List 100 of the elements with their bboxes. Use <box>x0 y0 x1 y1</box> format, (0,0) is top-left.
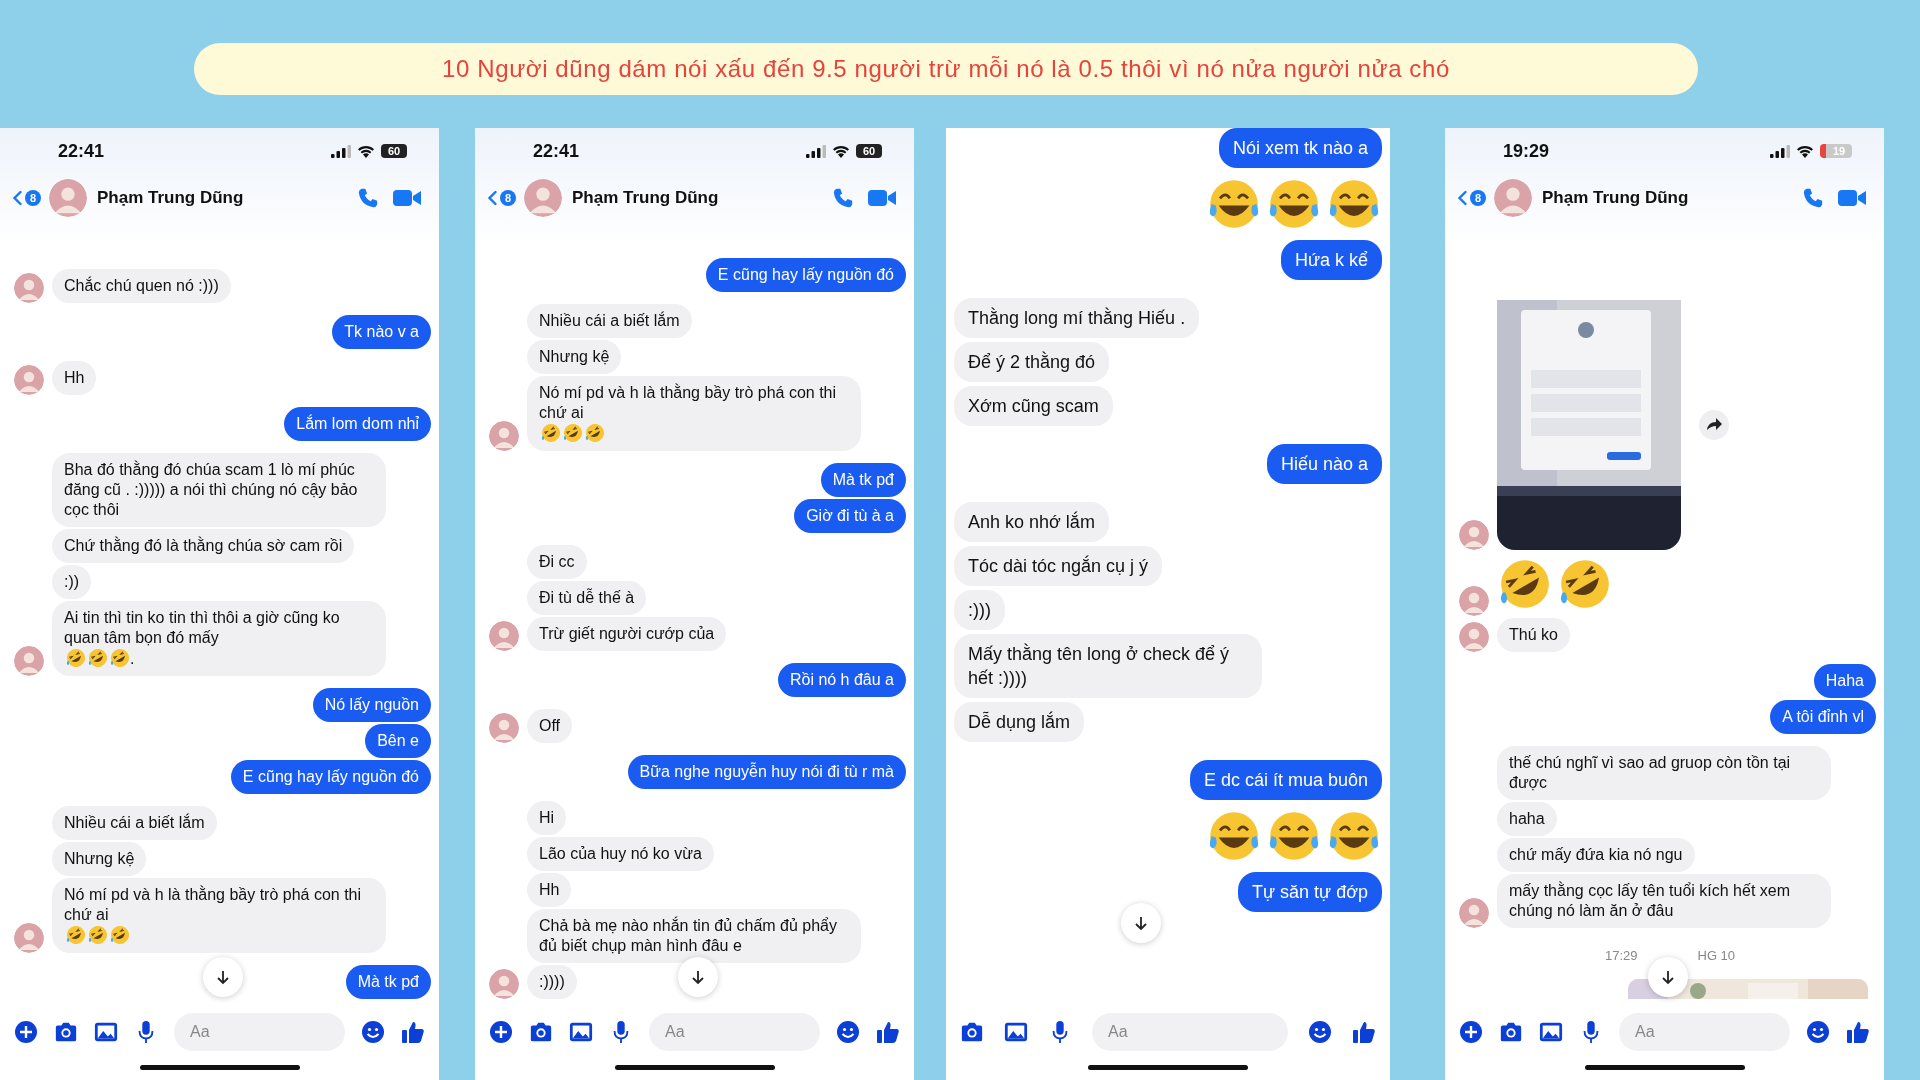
contact-name[interactable]: Phạm Trung Dũng <box>572 188 818 208</box>
scroll-down-button[interactable] <box>677 957 718 997</box>
wifi-icon <box>1796 144 1814 158</box>
gallery-icon[interactable] <box>569 1020 593 1044</box>
arrow-down-icon[interactable] <box>214 969 231 985</box>
wifi-icon <box>832 144 850 158</box>
phone-icon[interactable] <box>832 187 854 209</box>
smiley-icon[interactable] <box>361 1020 385 1044</box>
message-text: Anh ko nhớ lắm <box>968 512 1095 532</box>
message-text: Off <box>539 717 561 734</box>
video-camera-icon[interactable] <box>393 188 421 208</box>
message-text: Bha đó thằng đó chúa scam 1 lò mí phúc đăng cũ . :))))) a nói thì chúng nó cậy bảo cọc thôi <box>64 461 358 518</box>
message-text: Giờ đi tù à a <box>806 507 894 524</box>
wifi-icon <box>357 144 375 158</box>
arrow-down-icon[interactable] <box>1659 969 1676 985</box>
plus-icon[interactable] <box>489 1020 513 1044</box>
signal-icon <box>331 144 351 158</box>
message-text: Thằng long mí thằng Hiếu . <box>968 308 1186 328</box>
message-text: haha <box>1509 810 1545 827</box>
message-text: :)) <box>64 573 80 590</box>
battery-indicator: 60 <box>856 144 882 158</box>
message-text: Nhưng kệ <box>539 348 610 365</box>
scroll-down-button[interactable] <box>1121 903 1162 943</box>
message-text: Thú ko <box>1509 626 1558 643</box>
phone-icon[interactable] <box>1802 187 1824 209</box>
message-text: thế chú nghĩ vì sao ad gruop còn tồn tại được <box>1509 754 1791 791</box>
contact-name[interactable]: Phạm Trung Dũng <box>97 188 343 208</box>
message-text: Mấy thằng tên long ở check để ý hết :)))) <box>968 644 1229 688</box>
message-text: Rồi nó h đâu a <box>789 671 894 688</box>
message-text: Nó mí pd và h là thằng bầy trò phá con thi chứ ai <box>64 885 363 925</box>
smiley-icon[interactable] <box>1308 1020 1332 1044</box>
message-text: E cũng hay lấy nguồn đó <box>717 266 894 283</box>
thumbs-up-icon[interactable] <box>1846 1020 1870 1044</box>
rolling-laughing-emoji-icon <box>88 925 108 945</box>
message-text: Hiếu nào a <box>1280 454 1368 474</box>
camera-icon[interactable] <box>54 1020 78 1044</box>
rolling-laughing-emoji-icon <box>585 423 605 443</box>
camera-icon[interactable] <box>960 1020 984 1044</box>
signal-icon <box>1770 144 1790 158</box>
message-text: Nhiều cái a biết lắm <box>539 312 680 329</box>
rolling-laughing-emoji-icon <box>110 925 130 945</box>
message-text: E cũng hay lấy nguồn đó <box>242 768 419 785</box>
timestamp: HG 10 <box>1697 948 1737 963</box>
arrow-down-icon[interactable] <box>689 969 706 985</box>
message-input[interactable]: Aa <box>649 1013 820 1051</box>
message-text: :))) <box>968 600 991 620</box>
signal-icon <box>806 144 826 158</box>
rolling-laughing-emoji-icon <box>66 648 86 668</box>
status-time: 19:29 <box>1503 140 1550 162</box>
chevron-left-icon[interactable] <box>1457 190 1468 206</box>
rolling-laughing-emoji-icon <box>563 423 583 443</box>
smiley-icon[interactable] <box>836 1020 860 1044</box>
message-text: E dc cái ít mua buôn <box>1203 770 1368 790</box>
gallery-icon[interactable] <box>1004 1020 1028 1044</box>
gallery-icon[interactable] <box>1539 1020 1563 1044</box>
rolling-laughing-emoji-icon <box>88 648 108 668</box>
gallery-icon[interactable] <box>94 1020 118 1044</box>
message-text: Tk nào v a <box>344 323 419 340</box>
message-text: Hứa k kể <box>1294 250 1368 270</box>
message-text: Chắc chú quen nó :))) <box>64 277 219 294</box>
scroll-down-button[interactable] <box>1647 957 1688 997</box>
scroll-down-button[interactable] <box>202 957 243 997</box>
thumbs-up-icon[interactable] <box>401 1020 425 1044</box>
arrow-down-icon[interactable] <box>1133 915 1150 931</box>
message-text: Nói xem tk nào a <box>1232 138 1368 158</box>
message-text: Lắm lom dom nhỉ <box>296 415 419 432</box>
message-input[interactable]: Aa <box>1619 1013 1790 1051</box>
thumbs-up-icon[interactable] <box>876 1020 900 1044</box>
camera-icon[interactable] <box>1499 1020 1523 1044</box>
video-camera-icon[interactable] <box>1838 188 1866 208</box>
message-text: Đi cc <box>539 553 575 570</box>
message-text: Trừ giết người cướp của <box>539 625 715 642</box>
message-text: Dễ dụng lắm <box>968 712 1071 732</box>
chevron-left-icon[interactable] <box>487 190 498 206</box>
message-text: Tóc dài tóc ngắn cụ j ý <box>968 556 1149 576</box>
camera-icon[interactable] <box>529 1020 553 1044</box>
status-time: 22:41 <box>533 140 580 162</box>
message-text: Hi <box>539 809 555 826</box>
thumbs-up-icon[interactable] <box>1352 1020 1376 1044</box>
share-icon[interactable] <box>1699 410 1729 440</box>
message-text: Nó mí pd và h là thằng bầy trò phá con thi chứ ai <box>539 383 838 423</box>
message-input[interactable]: Aa <box>174 1013 345 1051</box>
message-text: Tự săn tự đớp <box>1252 882 1368 902</box>
message-text: A tôi đỉnh vl <box>1782 708 1864 725</box>
message-text: Nhưng kệ <box>64 850 135 867</box>
message-text: Chứ thằng đó là thằng chúa sờ cam rồi <box>64 537 343 554</box>
message-input[interactable]: Aa <box>1092 1013 1288 1051</box>
timestamp: 17:29 <box>1603 948 1638 963</box>
chevron-left-icon[interactable] <box>12 190 23 206</box>
rolling-laughing-emoji-icon <box>541 423 561 443</box>
message-text: Nhiều cái a biết lắm <box>64 814 205 831</box>
message-text: Chả bà mẹ nào nhắn tin đủ chấm đủ phẩy đủ biết chụp màn hình đâu e <box>539 917 837 954</box>
phone-icon[interactable] <box>357 187 379 209</box>
smiley-icon[interactable] <box>1806 1020 1830 1044</box>
plus-icon[interactable] <box>14 1020 38 1044</box>
message-text: Ai tin thì tin ko tin thì thôi a giờ cũng ko quan tâm bọn đó mấy <box>64 608 341 648</box>
contact-name[interactable]: Phạm Trung Dũng <box>1542 188 1788 208</box>
message-text: Hh <box>64 369 85 386</box>
video-camera-icon[interactable] <box>868 188 896 208</box>
plus-icon[interactable] <box>1459 1020 1483 1044</box>
